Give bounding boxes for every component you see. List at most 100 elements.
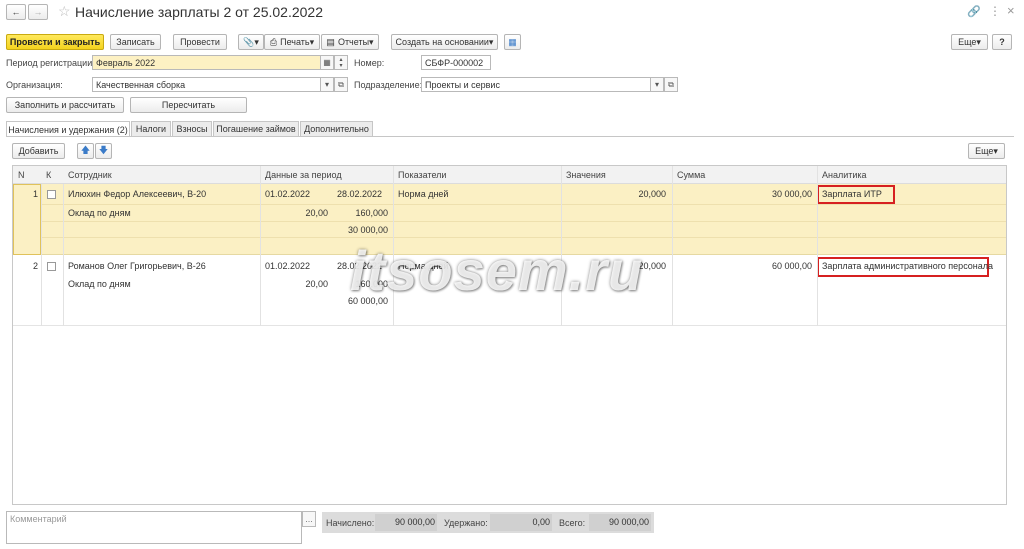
date-to: 28.02.2022: [337, 189, 383, 199]
report-icon: ▤: [326, 36, 335, 47]
accrued-value: 90 000,00: [375, 514, 437, 531]
clip-icon: 📎▾: [243, 36, 259, 47]
accrual-type: Оклад по дням: [68, 208, 131, 218]
chevron-down-icon: ▾: [488, 36, 494, 47]
open-icon: ⧉: [338, 79, 344, 89]
open-icon: ⧉: [668, 79, 674, 89]
rate: 160,000: [355, 208, 388, 218]
window-title: Начисление зарплаты 2 от 25.02.2022: [75, 4, 323, 20]
accrued-label: Начислено:: [326, 518, 375, 528]
post-button[interactable]: Провести: [173, 34, 227, 50]
tab-taxes[interactable]: Налоги: [131, 121, 171, 136]
accrual-type: Оклад по дням: [68, 279, 131, 289]
recalculate-button[interactable]: Пересчитать: [130, 97, 247, 113]
fill-and-calculate-button[interactable]: Заполнить и рассчитать: [6, 97, 124, 113]
chevron-down-icon: ▾: [324, 80, 329, 89]
structure-button[interactable]: ▦: [504, 34, 521, 50]
col-k[interactable]: К: [42, 166, 51, 184]
attach-button[interactable]: 📎▾: [238, 34, 264, 50]
print-icon: ⎙: [269, 36, 278, 47]
analytics-value: Зарплата ИТР: [822, 189, 882, 199]
col-employee[interactable]: Сотрудник: [64, 166, 112, 184]
org-label: Организация:: [6, 80, 63, 90]
dept-field[interactable]: Проекты и сервис: [421, 77, 651, 92]
watermark: itsosem.ru: [350, 239, 644, 302]
row-sum: 30 000,00: [771, 189, 812, 199]
org-open-button[interactable]: ⧉: [334, 77, 348, 92]
structure-icon: ▦: [508, 36, 517, 47]
period-field[interactable]: Февраль 2022: [92, 55, 321, 70]
row-checkbox[interactable]: [47, 190, 56, 199]
more-button[interactable]: Еще ▾: [951, 34, 988, 50]
link-icon[interactable]: 🔗: [967, 5, 981, 18]
comment-expand-button[interactable]: …: [302, 511, 316, 527]
period-label: Период регистрации:: [6, 58, 95, 68]
move-down-button[interactable]: 🡇: [95, 143, 112, 159]
tab-contributions[interactable]: Взносы: [172, 121, 212, 136]
period-stepper[interactable]: ▴ ▾: [334, 55, 348, 70]
col-sum[interactable]: Сумма: [673, 166, 705, 184]
row-number: 2: [32, 261, 38, 271]
withheld-label: Удержано:: [444, 518, 488, 528]
forward-button[interactable]: →: [28, 4, 48, 20]
row-number: 1: [32, 189, 38, 199]
employee-name: Илюхин Федор Алексеевич, В-20: [68, 189, 207, 199]
col-n[interactable]: N: [14, 166, 25, 184]
date-from: 01.02.2022: [265, 189, 311, 199]
days-worked: 20,00: [305, 208, 328, 218]
comment-placeholder: Комментарий: [10, 514, 67, 524]
chevron-down-icon: ▾: [309, 36, 315, 47]
chevron-down-icon: ▾: [369, 36, 374, 47]
more-vert-icon[interactable]: ⋮: [989, 4, 1001, 18]
col-values[interactable]: Значения: [562, 166, 606, 184]
calendar-button[interactable]: ▦: [320, 55, 334, 70]
arrow-up-icon: 🡅: [80, 145, 91, 155]
reports-button[interactable]: ▤ Отчеты ▾: [321, 34, 379, 50]
withheld-value: 0,00: [490, 514, 552, 531]
row-sum: 60 000,00: [771, 261, 812, 271]
post-and-close-button[interactable]: Провести и закрыть: [6, 34, 104, 50]
org-dropdown-button[interactable]: ▾: [320, 77, 334, 92]
chevron-down-icon: ▾: [654, 80, 659, 89]
col-analytics[interactable]: Аналитика: [818, 166, 867, 184]
indicator-name: Норма дней: [398, 189, 449, 199]
chevron-down-icon: ▾: [976, 36, 981, 47]
dept-dropdown-button[interactable]: ▾: [650, 77, 664, 92]
help-button[interactable]: ?: [992, 34, 1012, 50]
table-more-button[interactable]: Еще ▾: [968, 143, 1005, 159]
comment-field[interactable]: Комментарий: [6, 511, 302, 544]
calendar-icon: ▦: [323, 58, 331, 67]
analytics-value: Зарплата административного персонала: [822, 261, 994, 271]
row-divider: [41, 221, 1006, 222]
move-up-button[interactable]: 🡅: [77, 143, 94, 159]
create-based-button[interactable]: Создать на основании ▾: [391, 34, 498, 50]
date-from: 01.02.2022: [265, 261, 311, 271]
employee-name: Романов Олег Григорьевич, В-26: [68, 261, 206, 271]
col-period[interactable]: Данные за период: [261, 166, 342, 184]
tab-accruals[interactable]: Начисления и удержания (2): [6, 121, 130, 137]
org-field[interactable]: Качественная сборка: [92, 77, 321, 92]
total-label: Всего:: [559, 518, 586, 528]
result: 30 000,00: [347, 225, 388, 235]
number-label: Номер:: [354, 58, 385, 68]
total-value: 90 000,00: [589, 514, 651, 531]
tab-divider: [6, 136, 1014, 137]
close-icon[interactable]: ×: [1007, 3, 1015, 18]
save-button[interactable]: Записать: [110, 34, 161, 50]
col-indicators[interactable]: Показатели: [394, 166, 446, 184]
back-button[interactable]: ←: [6, 4, 26, 20]
tab-additional[interactable]: Дополнительно: [300, 121, 373, 136]
print-button[interactable]: ⎙ Печать ▾: [264, 34, 320, 50]
indicator-value: 20,000: [638, 189, 666, 199]
col-separator: [63, 184, 64, 326]
dept-label: Подразделение:: [354, 80, 423, 90]
row-checkbox[interactable]: [47, 262, 56, 271]
tab-loans[interactable]: Погашение займов: [213, 121, 299, 136]
dept-open-button[interactable]: ⧉: [664, 77, 678, 92]
favorite-star-icon[interactable]: ☆: [58, 3, 71, 20]
row-divider: [41, 204, 1006, 205]
days-worked: 20,00: [305, 279, 328, 289]
col-separator: [41, 184, 42, 326]
number-field[interactable]: СБФР-000002: [421, 55, 491, 70]
add-button[interactable]: Добавить: [12, 143, 65, 159]
